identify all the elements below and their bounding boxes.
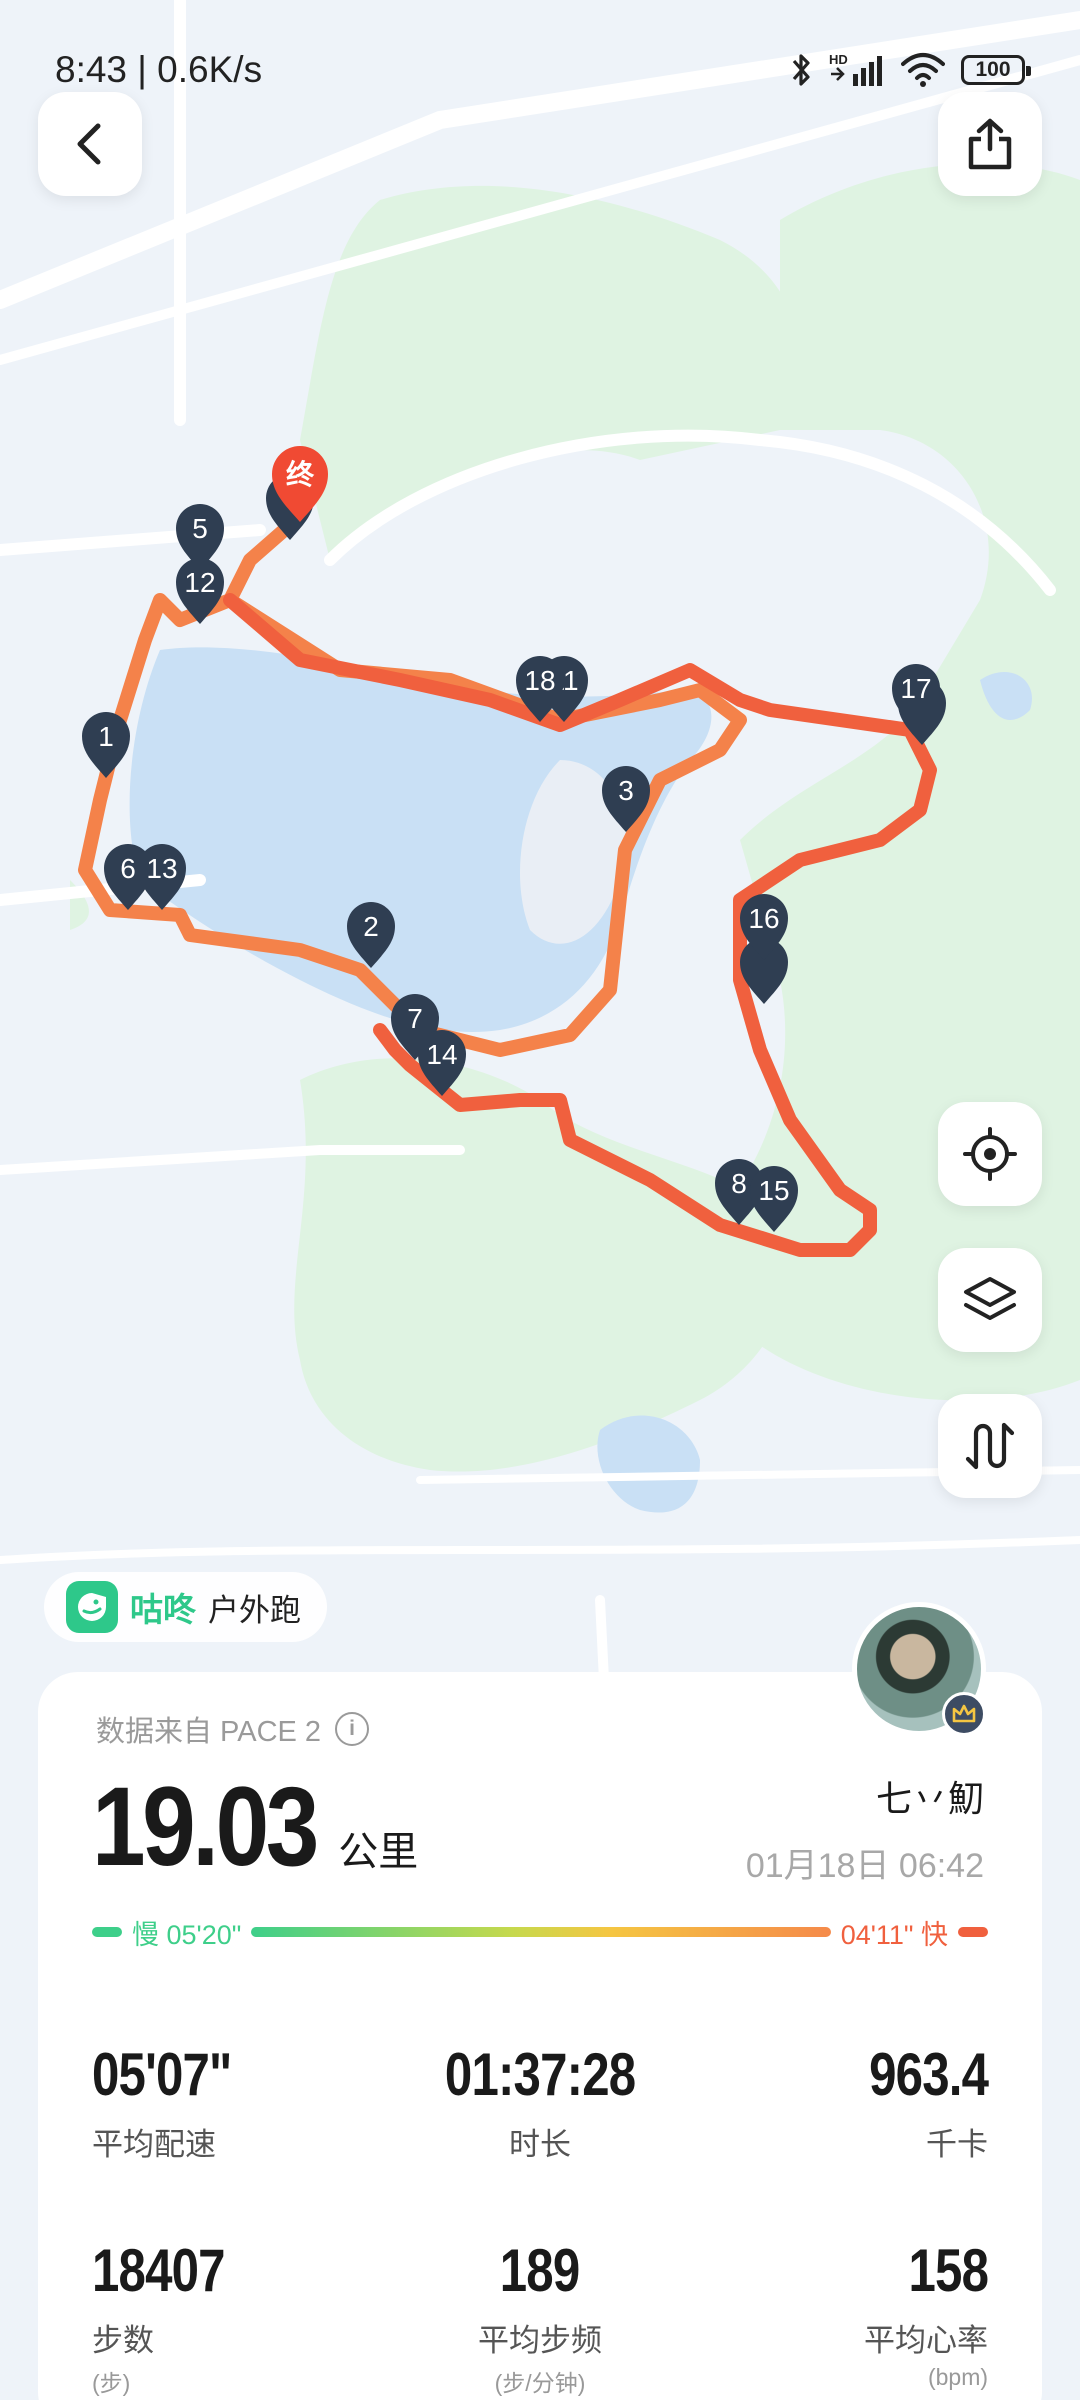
stat-value: 158 — [908, 2237, 989, 2304]
end-marker-label: 终 — [286, 458, 315, 491]
km-marker: 18 — [524, 665, 555, 696]
km-marker: 12 — [184, 567, 215, 598]
avatar-badge — [942, 1692, 986, 1736]
stat-avg-pace: 05'07" 平均配速 — [92, 2040, 391, 2236]
stat-value: 01:37:28 — [444, 2041, 636, 2108]
stat-label: 步数 — [92, 2323, 154, 2358]
km-marker: 6 — [120, 853, 136, 884]
battery-indicator: 100 — [961, 55, 1031, 85]
pace-legend: 慢 05'20" 04'11" 快 — [92, 1910, 988, 1954]
route-toggle-icon — [965, 1422, 1015, 1470]
app-logo — [66, 1581, 118, 1633]
data-source-text: 数据来自 PACE 2 — [96, 1716, 322, 1748]
info-icon[interactable]: i — [335, 1712, 370, 1746]
wifi-icon — [901, 53, 945, 87]
stat-calories: 963.4 千卡 — [689, 2040, 989, 2236]
status-icons: HD 100 — [791, 52, 1031, 88]
app-source-chip: 咕咚 户外跑 — [44, 1572, 327, 1642]
stat-value: 963.4 — [868, 2041, 989, 2108]
stat-steps: 18407 步数 (步) — [92, 2236, 391, 2400]
distance: 19.03 公里 — [92, 1762, 418, 1891]
km-marker: 2 — [363, 911, 379, 942]
km-marker: 13 — [146, 853, 177, 884]
layers-button[interactable] — [938, 1248, 1042, 1352]
share-button[interactable] — [938, 92, 1042, 196]
bluetooth-icon — [792, 54, 810, 86]
layers-icon — [964, 1277, 1016, 1320]
distance-value: 19.03 — [92, 1764, 319, 1889]
locate-button[interactable] — [938, 1102, 1042, 1206]
crown-icon — [952, 1704, 976, 1723]
km-marker: 5 — [192, 513, 208, 544]
stat-label: 平均心率 — [864, 2323, 989, 2358]
km-marker: 16 — [748, 903, 779, 934]
km-marker: 14 — [426, 1039, 457, 1070]
data-source: 数据来自 PACE 2 i — [96, 1708, 370, 1750]
svg-text:HD: HD — [829, 52, 848, 67]
km-marker: 17 — [900, 673, 931, 704]
km-marker: 8 — [731, 1168, 747, 1199]
fast-dash — [958, 1927, 988, 1937]
stat-label: 千卡 — [926, 2127, 989, 2162]
pace-fast-label: 04'11" 快 — [840, 1919, 948, 1950]
locate-icon — [963, 1127, 1017, 1181]
share-icon — [968, 118, 1012, 170]
status-bar: 8:43 | 0.6K/s HD 100 — [0, 0, 1080, 110]
stat-label: 时长 — [509, 2127, 571, 2162]
stats-row: 18407 步数 (步) 189 平均步频 (步/分钟) 158 平均心率 (b… — [92, 2236, 989, 2400]
app-name: 咕咚 — [130, 1591, 196, 1628]
stat-value: 05'07" — [92, 2041, 232, 2108]
route-toggle-button[interactable] — [938, 1394, 1042, 1498]
distance-unit: 公里 — [338, 1830, 419, 1874]
back-icon — [77, 123, 101, 165]
slow-dash — [92, 1927, 122, 1937]
back-button[interactable] — [38, 92, 142, 196]
pace-gradient-bar — [251, 1927, 831, 1937]
pace-slow-label: 慢 05'20" — [132, 1919, 242, 1950]
activity-type: 户外跑 — [208, 1592, 301, 1628]
stat-unit: (bpm) — [927, 2364, 989, 2390]
km-marker: 1 — [98, 721, 114, 752]
stats-grid: 05'07" 平均配速 01:37:28 时长 963.4 千卡 18407 步… — [92, 2040, 989, 2400]
stat-duration: 01:37:28 时长 — [391, 2040, 690, 2236]
km-marker: 3 — [618, 775, 634, 806]
stat-heart-rate: 158 平均心率 (bpm) — [689, 2236, 989, 2400]
stat-unit: (步) — [92, 2370, 131, 2396]
workout-datetime: 01月18日 06:42 — [745, 1847, 984, 1885]
stat-label: 平均配速 — [92, 2127, 216, 2162]
bird-icon — [78, 1593, 106, 1621]
stat-cadence: 189 平均步频 (步/分钟) — [391, 2236, 690, 2400]
km-marker: 7 — [407, 1003, 423, 1034]
stat-label: 平均步频 — [478, 2323, 602, 2358]
stat-unit: (步/分钟) — [494, 2370, 586, 2396]
stats-row: 05'07" 平均配速 01:37:28 时长 963.4 千卡 — [92, 2040, 989, 2236]
username: 七丷魛 — [875, 1778, 984, 1819]
stat-value: 189 — [500, 2237, 580, 2304]
km-marker: 15 — [758, 1175, 789, 1206]
status-time: 8:43 | 0.6K/s — [55, 49, 263, 90]
stat-value: 18407 — [92, 2237, 226, 2304]
signal-icon: HD — [829, 52, 882, 86]
